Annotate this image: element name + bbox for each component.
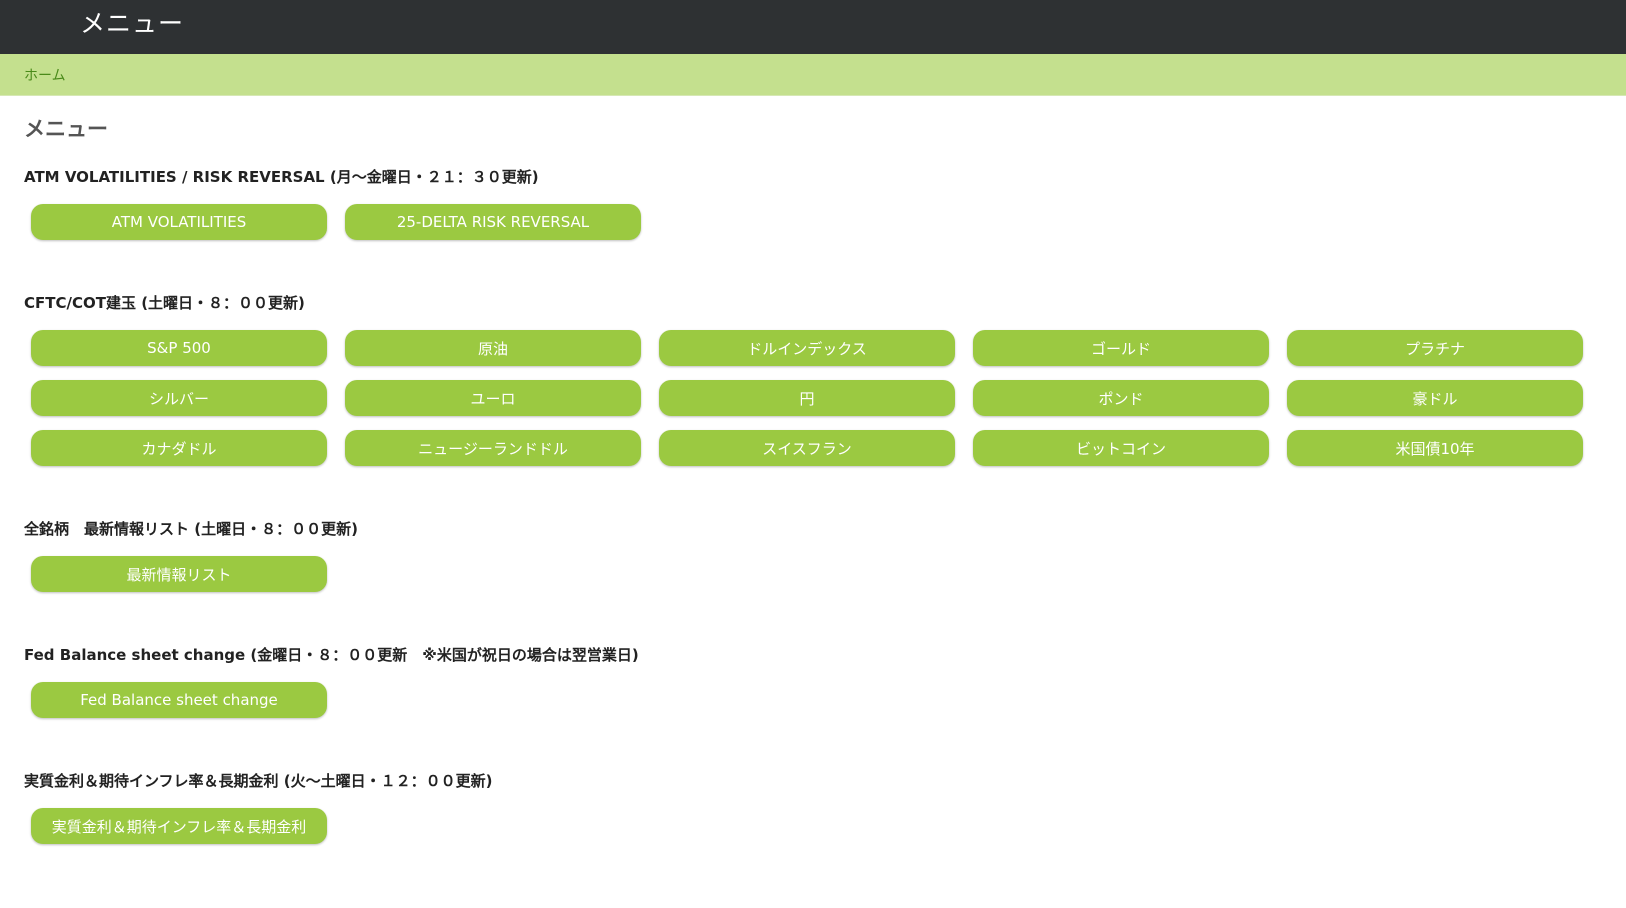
main-content: メニュー ATM VOLATILITIES / RISK REVERSAL (月… xyxy=(0,116,1626,844)
yen-button[interactable]: 円 xyxy=(659,380,955,416)
us-treasury-10y-button[interactable]: 米国債10年 xyxy=(1287,430,1583,466)
section-heading: 全銘柄 最新情報リスト (土曜日・８：００更新) xyxy=(24,520,358,538)
section-atm-volatilities: ATM VOLATILITIES / RISK REVERSAL (月～金曜日・… xyxy=(24,167,1626,240)
section-heading: 実質金利＆期待インフレ率＆長期金利 (火～土曜日・１２：００更新) xyxy=(24,772,493,790)
real-rates-button[interactable]: 実質金利＆期待インフレ率＆長期金利 xyxy=(31,808,327,844)
breadcrumb-home-link[interactable]: ホーム xyxy=(24,65,66,85)
atm-volatilities-button[interactable]: ATM VOLATILITIES xyxy=(31,204,327,240)
button-group: ATM VOLATILITIES 25-DELTA RISK REVERSAL xyxy=(31,204,1626,240)
risk-reversal-button[interactable]: 25-DELTA RISK REVERSAL xyxy=(345,204,641,240)
platinum-button[interactable]: プラチナ xyxy=(1287,330,1583,366)
aud-button[interactable]: 豪ドル xyxy=(1287,380,1583,416)
section-real-rates: 実質金利＆期待インフレ率＆長期金利 (火～土曜日・１２：００更新) 実質金利＆期… xyxy=(24,771,1626,844)
chf-button[interactable]: スイスフラン xyxy=(659,430,955,466)
page-title: メニュー xyxy=(24,117,108,141)
button-group: Fed Balance sheet change xyxy=(31,682,1626,718)
gold-button[interactable]: ゴールド xyxy=(973,330,1269,366)
cad-button[interactable]: カナダドル xyxy=(31,430,327,466)
section-cftc-cot: CFTC/COT建玉 (土曜日・８：００更新) S&P 500 原油 ドルインデ… xyxy=(24,293,1626,466)
button-group: 実質金利＆期待インフレ率＆長期金利 xyxy=(31,808,1626,844)
section-heading: CFTC/COT建玉 (土曜日・８：００更新) xyxy=(24,294,305,312)
fed-balance-sheet-button[interactable]: Fed Balance sheet change xyxy=(31,682,327,718)
latest-info-list-button[interactable]: 最新情報リスト xyxy=(31,556,327,592)
section-fed-balance-sheet: Fed Balance sheet change (金曜日・８：００更新 ※米国… xyxy=(24,645,1626,718)
button-group: 最新情報リスト xyxy=(31,556,1626,592)
header-title: メニュー xyxy=(80,9,185,38)
section-latest-info: 全銘柄 最新情報リスト (土曜日・８：００更新) 最新情報リスト xyxy=(24,519,1626,592)
bitcoin-button[interactable]: ビットコイン xyxy=(973,430,1269,466)
pound-button[interactable]: ポンド xyxy=(973,380,1269,416)
silver-button[interactable]: シルバー xyxy=(31,380,327,416)
breadcrumb: ホーム xyxy=(0,54,1626,96)
top-header-bar: メニュー xyxy=(0,0,1626,54)
euro-button[interactable]: ユーロ xyxy=(345,380,641,416)
dollar-index-button[interactable]: ドルインデックス xyxy=(659,330,955,366)
section-heading: ATM VOLATILITIES / RISK REVERSAL (月～金曜日・… xyxy=(24,168,539,186)
button-group: S&P 500 原油 ドルインデックス ゴールド プラチナ シルバー ユーロ 円… xyxy=(31,330,1626,466)
sp500-button[interactable]: S&P 500 xyxy=(31,330,327,366)
nzd-button[interactable]: ニュージーランドドル xyxy=(345,430,641,466)
crude-oil-button[interactable]: 原油 xyxy=(345,330,641,366)
section-heading: Fed Balance sheet change (金曜日・８：００更新 ※米国… xyxy=(24,646,639,664)
